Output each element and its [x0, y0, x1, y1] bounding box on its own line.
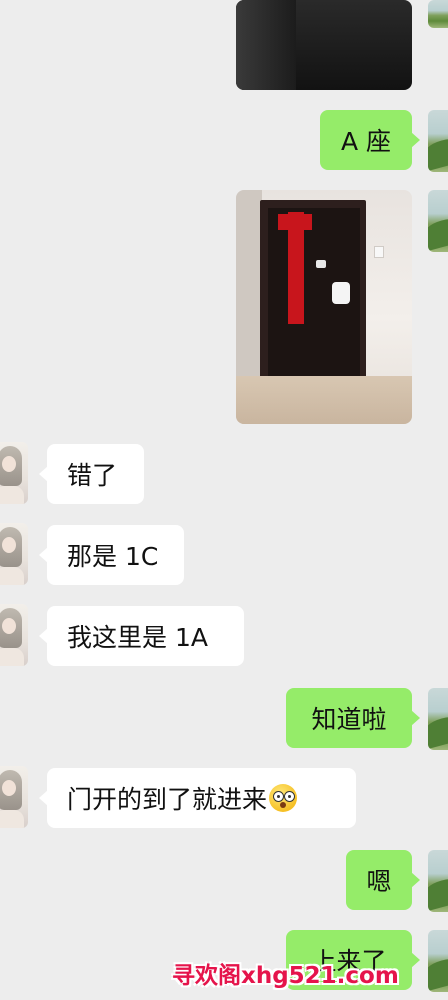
message-text: 那是 1C: [67, 542, 159, 571]
avatar[interactable]: [0, 523, 28, 585]
avatar[interactable]: [0, 766, 28, 828]
watermark: 寻欢阁xhg521.com: [172, 963, 399, 989]
flushed-face-icon: [269, 784, 298, 812]
outgoing-message-bubble[interactable]: 知道啦: [286, 688, 420, 748]
message-text: 嗯: [366, 867, 392, 896]
message-text: 我这里是 1A: [67, 623, 208, 652]
incoming-message-bubble[interactable]: 错了: [39, 444, 144, 504]
avatar[interactable]: [428, 850, 448, 912]
incoming-message-bubble[interactable]: 门开的到了就进来: [39, 768, 356, 828]
avatar[interactable]: [428, 930, 448, 992]
avatar[interactable]: [428, 110, 448, 172]
avatar[interactable]: [0, 604, 28, 666]
image-message[interactable]: [236, 190, 412, 424]
chat-window: A 座 错了 那是 1C 我这里是 1A 知道啦 门开的到了就进来 嗯 上来了 …: [0, 0, 448, 1000]
message-text: 门开的到了就进来: [67, 785, 268, 814]
photo-shadow: [236, 0, 296, 90]
red-couplet: [288, 212, 304, 324]
avatar[interactable]: [428, 190, 448, 252]
image-message[interactable]: [236, 0, 412, 90]
light-switch: [374, 246, 384, 258]
avatar[interactable]: [428, 0, 448, 28]
message-text: 错了: [67, 461, 118, 490]
outgoing-message-bubble[interactable]: A 座: [320, 110, 420, 170]
message-text: A 座: [340, 127, 392, 156]
outgoing-message-bubble[interactable]: 嗯: [346, 850, 420, 910]
incoming-message-bubble[interactable]: 我这里是 1A: [39, 606, 244, 666]
incoming-message-bubble[interactable]: 那是 1C: [39, 525, 184, 585]
avatar[interactable]: [428, 688, 448, 750]
message-text: 知道啦: [311, 705, 387, 734]
avatar[interactable]: [0, 442, 28, 504]
